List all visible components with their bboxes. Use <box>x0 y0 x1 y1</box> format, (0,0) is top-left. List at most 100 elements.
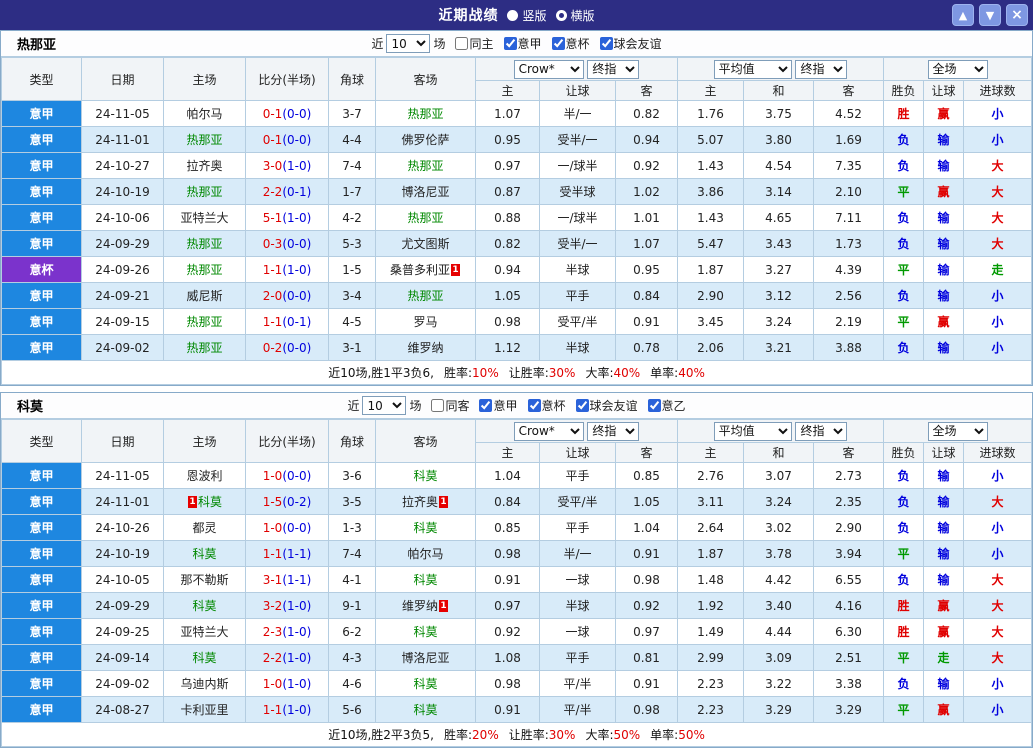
league-cell: 意甲 <box>1 230 82 257</box>
league-filter-checkbox[interactable] <box>599 37 613 50</box>
team-name-text: 都灵 <box>192 521 217 535</box>
date-cell: 24-09-21 <box>81 282 164 309</box>
home-team-cell: 帕尔马 <box>163 100 246 127</box>
avg-home-cell: 5.07 <box>677 126 745 153</box>
result-wdl-cell: 负 <box>883 566 925 593</box>
average-stage-select[interactable]: 终指 <box>795 59 848 79</box>
bookmaker-stage-select[interactable]: 终指 <box>587 421 640 441</box>
odds-handicap-cell: 半/一 <box>539 540 616 567</box>
league-cell: 意甲 <box>1 178 82 205</box>
same-venue-filter[interactable]: 同客 <box>431 397 469 414</box>
league-cell: 意甲 <box>1 592 82 619</box>
half-score-text: (1-0) <box>282 262 312 277</box>
same-venue-filter[interactable]: 同主 <box>455 35 494 52</box>
odds-handicap-cell: 半球 <box>539 334 616 361</box>
corner-cell: 7-4 <box>328 152 376 179</box>
section-filter-bar: 科莫 近 10 场 同客 意甲 意杯 球会友谊 意乙 <box>1 393 1032 419</box>
team-name-text: 热那亚 <box>186 263 223 277</box>
odds-home-cell: 1.12 <box>475 334 540 361</box>
away-team-cell: 博洛尼亚 <box>375 644 476 671</box>
result-wdl-cell: 平 <box>883 540 925 567</box>
summary-stat: 大率:40% <box>585 366 640 380</box>
result-wdl-cell: 平 <box>883 644 925 671</box>
home-team-cell: 亚特兰大 <box>163 204 246 231</box>
view-option-vertical[interactable]: 竖版 <box>507 7 547 24</box>
match-count-select[interactable]: 10 <box>362 396 407 415</box>
team-name-text: 尤文图斯 <box>401 237 450 251</box>
fulltime-select[interactable]: 全场 <box>927 59 988 79</box>
average-select[interactable]: 平均值 <box>713 421 792 441</box>
result-goals-cell: 小 <box>963 282 1033 309</box>
league-filter[interactable]: 球会友谊 <box>575 397 638 414</box>
full-score-text: 0-1 <box>262 132 283 147</box>
radio-selected-icon <box>555 9 567 21</box>
league-filter-checkbox[interactable] <box>647 399 661 412</box>
odds-away-cell: 1.04 <box>614 514 679 541</box>
avg-home-cell: 2.99 <box>677 644 745 671</box>
result-row: 意甲 24-10-27 拉齐奥 3-0(1-0) 7-4 热那亚 0.97 一/球半 0.92 1… <box>1 152 1033 179</box>
match-count-select[interactable]: 10 <box>386 34 431 53</box>
close-button[interactable]: × <box>1006 4 1028 26</box>
avg-away-cell: 4.16 <box>813 592 885 619</box>
league-filter-checkbox[interactable] <box>503 37 517 50</box>
league-filter[interactable]: 球会友谊 <box>599 35 662 52</box>
corner-cell: 1-3 <box>328 514 376 541</box>
filter-controls: 近 10 场 同主 意甲 意杯 球会友谊 <box>371 34 662 53</box>
average-select[interactable]: 平均值 <box>713 59 792 79</box>
summary-row: 近10场,胜1平3负6, 胜率:10% 让胜率:30% 大率:40% 单率:40% <box>0 360 1033 385</box>
odds-away-cell: 1.01 <box>614 204 679 231</box>
result-row: 意杯 24-09-26 热那亚 1-1(1-0) 1-5 桑普多利亚 1 0.94 半球 0.95… <box>1 256 1033 283</box>
result-handicap-cell: 输 <box>923 282 965 309</box>
header-group-result: 全场 <box>883 419 1033 443</box>
summary-cell: 近10场,胜1平3负6, 胜率:10% 让胜率:30% 大率:40% 单率:40% <box>0 360 1033 385</box>
summary-stat-label: 让胜率: <box>508 728 549 742</box>
league-filter-checkbox[interactable] <box>551 37 565 50</box>
bookmaker-select[interactable]: Crow* <box>513 59 584 79</box>
result-row: 意甲 24-11-05 恩波利 1-0(0-0) 3-6 科莫 1.04 平手 0.85 2.76… <box>1 462 1033 489</box>
odds-home-cell: 0.98 <box>475 540 540 567</box>
scroll-down-button[interactable]: ▼ <box>979 4 1001 26</box>
summary-cell: 近10场,胜2平3负5, 胜率:20% 让胜率:30% 大率:50% 单率:50% <box>0 722 1033 747</box>
team-name-text: 科莫 <box>197 495 222 509</box>
date-cell: 24-08-27 <box>81 696 164 723</box>
league-cell: 意杯 <box>1 256 82 283</box>
scroll-up-button[interactable]: ▲ <box>952 4 974 26</box>
league-filter[interactable]: 意甲 <box>479 397 518 414</box>
same-venue-checkbox-0[interactable] <box>455 37 469 50</box>
league-filter[interactable]: 意杯 <box>551 35 590 52</box>
col-header-goals: 进球数 <box>963 80 1033 101</box>
view-option-horizontal[interactable]: 横版 <box>555 7 595 24</box>
result-handicap-cell: 输 <box>923 514 965 541</box>
half-score-text: (1-0) <box>282 676 312 691</box>
league-filter[interactable]: 意乙 <box>647 397 686 414</box>
col-header-home: 主场 <box>163 57 246 101</box>
team-name-text: 威尼斯 <box>186 289 223 303</box>
bookmaker-select[interactable]: Crow* <box>513 421 584 441</box>
summary-stat: 大率:50% <box>585 728 640 742</box>
result-handicap-cell: 输 <box>923 334 965 361</box>
bookmaker-stage-select[interactable]: 终指 <box>587 59 640 79</box>
same-venue-checkbox-1[interactable] <box>431 399 445 412</box>
odds-away-cell: 0.94 <box>614 126 679 153</box>
odds-handicap-cell: 受半/一 <box>539 230 616 257</box>
away-team-cell: 佛罗伦萨 <box>375 126 476 153</box>
fulltime-select[interactable]: 全场 <box>927 421 988 441</box>
league-filter[interactable]: 意杯 <box>527 397 566 414</box>
league-filter[interactable]: 意甲 <box>503 35 542 52</box>
result-goals-cell: 小 <box>963 696 1033 723</box>
league-filter-checkbox[interactable] <box>527 399 541 412</box>
average-stage-select[interactable]: 终指 <box>795 421 848 441</box>
full-score-text: 0-3 <box>262 236 283 251</box>
result-row: 意甲 24-10-19 热那亚 2-2(0-1) 1-7 博洛尼亚 0.87 受半球 1.02 3… <box>1 178 1033 205</box>
away-team-cell: 桑普多利亚 1 <box>375 256 476 283</box>
league-filter-checkbox[interactable] <box>575 399 589 412</box>
league-filter-checkbox[interactable] <box>479 399 493 412</box>
team-name-text: 乌迪内斯 <box>180 677 229 691</box>
col-header-date: 日期 <box>81 419 164 463</box>
score-cell: 1-1(1-0) <box>245 256 329 283</box>
away-team-cell: 维罗纳 <box>375 334 476 361</box>
full-score-text: 3-1 <box>262 572 283 587</box>
team-name: 热那亚 <box>17 38 57 53</box>
score-cell: 2-2(1-0) <box>245 644 329 671</box>
league-filter-label: 意甲 <box>517 37 542 51</box>
